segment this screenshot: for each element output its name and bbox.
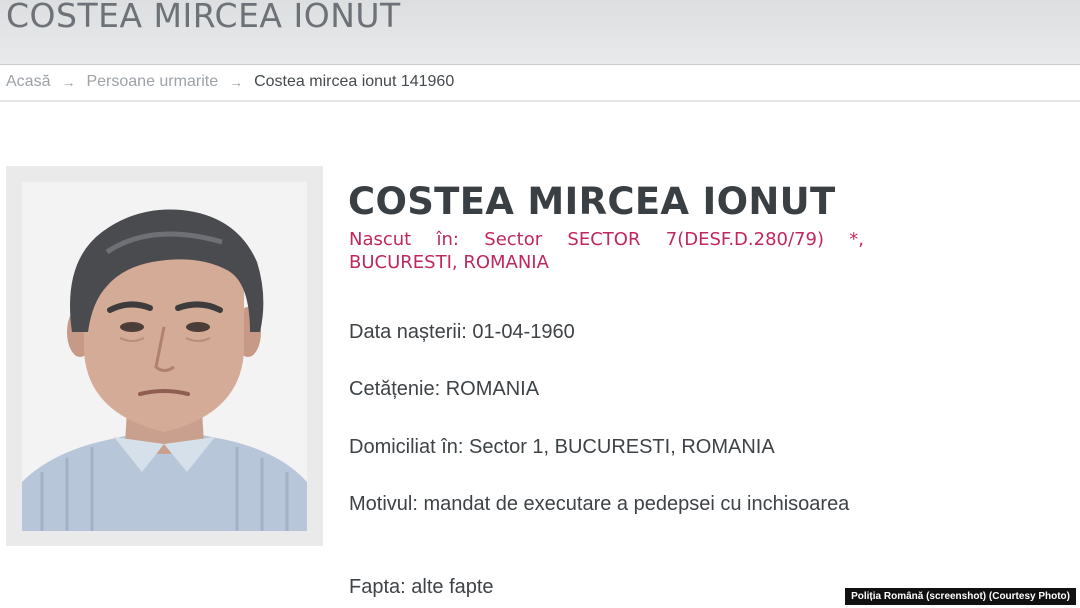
breadcrumb-arrow-icon: → (61, 74, 76, 90)
page-header: COSTEA MIRCEA IONUT (0, 0, 1080, 65)
photo-credit: Poliția Română (screenshot) (Courtesy Ph… (845, 588, 1076, 605)
citizenship-field: Cetățenie: ROMANIA (349, 377, 859, 402)
domicile-label: Domiciliat în: (349, 436, 464, 458)
breadcrumb-section-link[interactable]: Persoane urmarite (86, 73, 218, 91)
domicile-value: Sector 1, BUCURESTI, ROMANIA (469, 436, 775, 458)
breadcrumb: Acasă → Persoane urmarite → Costea mirce… (6, 72, 454, 92)
deed-field: Fapta: alte fapte (349, 575, 859, 600)
person-photo (22, 182, 307, 531)
person-name-heading: COSTEA MIRCEA IONUT (348, 180, 836, 223)
birth-date-value: 01-04-1960 (472, 321, 575, 343)
birth-date-field: Data nașterii: 01-04-1960 (349, 320, 859, 345)
reason-label: Motivul: (349, 493, 418, 515)
deed-label: Fapta: (349, 576, 406, 598)
birthplace-text: Nascut în: Sector SECTOR 7(DESF.D.280/79… (349, 229, 864, 273)
birth-date-label: Data nașterii: (349, 321, 467, 343)
domicile-field: Domiciliat în: Sector 1, BUCURESTI, ROMA… (349, 435, 859, 460)
header-title: COSTEA MIRCEA IONUT (6, 0, 401, 35)
reason-field: Motivul: mandat de executare a pedepsei … (349, 492, 859, 517)
person-photo-frame (6, 166, 323, 546)
citizenship-label: Cetățenie: (349, 378, 441, 400)
citizenship-value: ROMANIA (445, 378, 540, 400)
reason-value: mandat de executare a pedepsei cu inchis… (423, 493, 850, 515)
breadcrumb-divider (0, 100, 1080, 102)
breadcrumb-current: Costea mircea ionut 141960 (254, 73, 455, 90)
breadcrumb-arrow-icon: → (229, 74, 244, 90)
breadcrumb-home-link[interactable]: Acasă (6, 73, 50, 91)
deed-value: alte fapte (411, 576, 494, 598)
person-portrait-image (22, 209, 307, 531)
